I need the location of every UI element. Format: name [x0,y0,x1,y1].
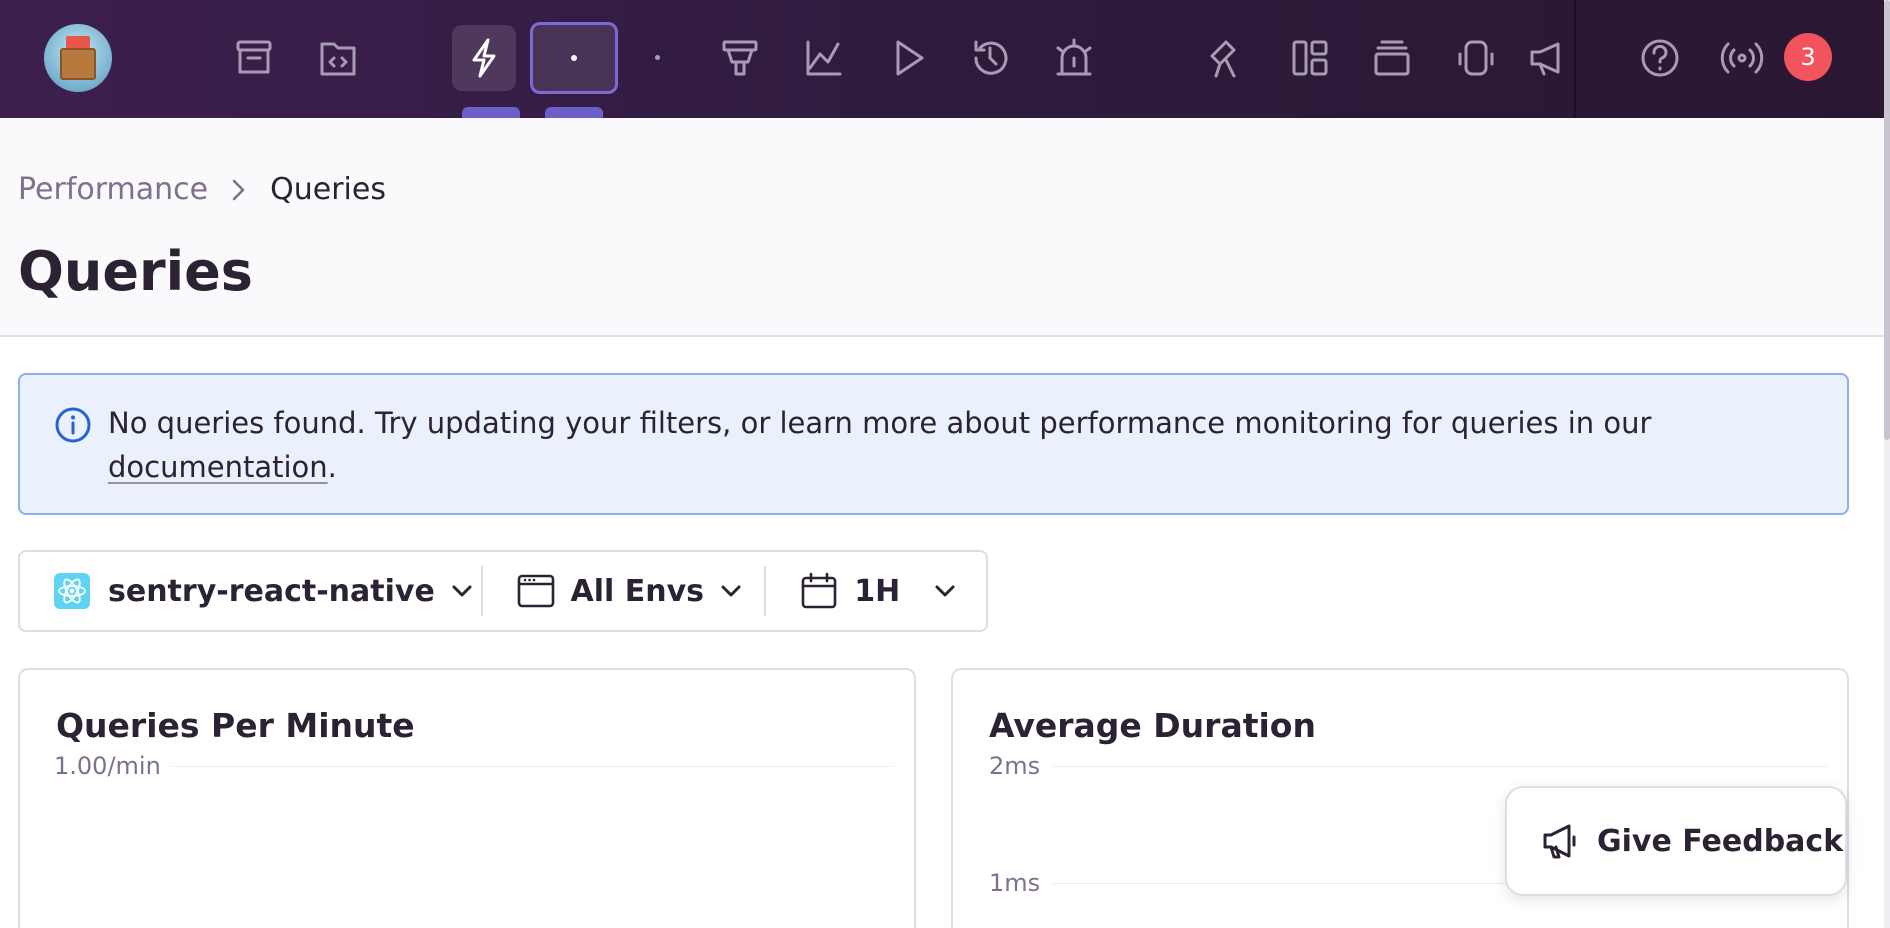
environment-selector-label: All Envs [570,573,705,609]
scrollbar-track[interactable] [1884,0,1890,928]
date-range-selector[interactable]: 1H [766,552,986,630]
active-subtab-indicator [545,107,603,118]
active-tab-indicator [462,107,520,118]
environment-selector[interactable]: All Envs [483,552,765,630]
discover-icon[interactable] [792,25,856,91]
dashboards-icon[interactable] [1278,25,1342,91]
settings-icon[interactable] [1444,25,1508,91]
breadcrumb: Performance Queries [18,172,386,207]
chevron-right-icon [230,177,248,203]
chevron-down-icon [721,585,741,597]
performance-icon[interactable] [452,25,516,91]
breadcrumb-performance-link[interactable]: Performance [18,172,208,207]
give-feedback-button[interactable]: Give Feedback [1505,786,1847,896]
chevron-down-icon [452,585,472,597]
chart-title: Average Duration [989,706,1316,745]
calendar-icon [801,572,837,609]
documentation-link[interactable]: documentation [108,450,328,484]
alert-message: No queries found. Try updating your filt… [108,401,1808,489]
replays-icon[interactable] [876,25,940,91]
scrollbar-thumb[interactable] [1884,0,1890,440]
project-selector[interactable]: sentry-react-native [20,552,481,630]
top-navigation: 3 [0,0,1884,118]
react-icon [54,573,90,609]
alert-message-text: No queries found. Try updating your filt… [108,406,1652,440]
chevron-down-icon [935,585,955,597]
page-filter-bar: sentry-react-native All Envs 1H [18,550,988,632]
dot-icon [571,55,577,61]
y-axis-tick-label: 2ms [989,752,1041,780]
project-selector-label: sentry-react-native [108,573,435,609]
chart-gridline [1053,766,1827,767]
broadcasts-icon[interactable] [1526,25,1576,91]
crons-icon[interactable] [958,25,1022,91]
queries-per-minute-chart: Queries Per Minute 1.00/min [18,668,916,928]
alert-suffix: . [327,450,337,484]
releases-icon[interactable] [708,25,772,91]
chart-title: Queries Per Minute [56,706,415,745]
info-alert: No queries found. Try updating your filt… [18,373,1849,515]
megaphone-icon [1543,824,1576,859]
alerts-icon[interactable] [1042,25,1106,91]
give-feedback-label: Give Feedback [1597,823,1844,859]
date-range-label: 1H [854,573,901,609]
help-icon[interactable] [1628,25,1692,91]
window-icon [517,574,554,608]
stats-icon[interactable] [1194,25,1258,91]
y-axis-tick-label: 1ms [989,869,1041,897]
feedback-icon[interactable] [1360,25,1424,91]
queries-nav-item[interactable] [530,22,618,94]
page-header [0,118,1884,337]
issues-icon[interactable] [222,25,286,91]
chart-gridline [170,766,894,767]
service-status-icon[interactable] [1710,25,1774,91]
y-axis-tick-label: 1.00/min [54,752,161,780]
info-icon [55,407,91,443]
breadcrumb-current: Queries [270,172,386,207]
page-title: Queries [18,240,253,303]
nav-divider [1574,0,1576,118]
org-avatar[interactable] [44,24,112,92]
dot-icon[interactable] [655,55,660,60]
notification-badge[interactable]: 3 [1784,33,1832,81]
projects-icon[interactable] [306,25,370,91]
